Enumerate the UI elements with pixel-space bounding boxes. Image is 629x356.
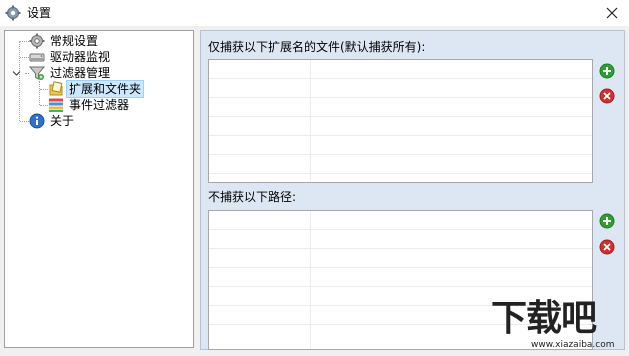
add-path-button[interactable] [599, 213, 615, 229]
event-list-icon [49, 98, 63, 112]
tree-item-label: 过滤器管理 [50, 66, 111, 80]
add-extension-button[interactable] [599, 63, 615, 79]
exclude-paths-label: 不捕获以下路径: [208, 190, 297, 204]
settings-tree[interactable]: 常规设置 驱动器监视 过滤器管理 扩展和文件夹 事件过滤器 关于 [4, 30, 194, 348]
collapse-chevron-icon[interactable] [12, 69, 21, 78]
title-bar: 设置 [0, 0, 629, 26]
drive-icon [29, 53, 45, 62]
close-button[interactable] [595, 0, 629, 26]
tree-item-label: 驱动器监视 [50, 50, 111, 64]
include-extensions-label: 仅捕获以下扩展名的文件(默认捕获所有): [208, 40, 426, 54]
include-extensions-list[interactable] [208, 59, 593, 183]
tree-item-general[interactable]: 常规设置 [29, 33, 100, 49]
tree-item-label: 常规设置 [50, 34, 99, 48]
info-icon [29, 113, 45, 129]
watermark-url: www.xiazaiba.com [531, 340, 615, 350]
tree-item-filter-manager[interactable]: 过滤器管理 [29, 65, 112, 81]
close-icon [606, 7, 618, 19]
tree-item-label: 扩展和文件夹 [65, 80, 145, 98]
gear-icon [29, 33, 45, 49]
settings-gear-icon [5, 5, 21, 21]
filter-icon [29, 66, 45, 80]
remove-extension-button[interactable] [599, 88, 615, 104]
folder-icon [49, 81, 63, 96]
watermark-text: 下载吧 [491, 298, 597, 339]
watermark-logo: 下载吧 www.xiazaiba.com [491, 298, 623, 354]
remove-path-button[interactable] [599, 239, 615, 255]
tree-item-label: 关于 [50, 114, 75, 128]
tree-item-extensions-folders[interactable]: 扩展和文件夹 [48, 80, 145, 98]
tree-item-about[interactable]: 关于 [29, 113, 76, 129]
tree-item-event-filter[interactable]: 事件过滤器 [48, 97, 131, 113]
tree-item-label: 事件过滤器 [69, 98, 130, 112]
tree-item-drive-monitor[interactable]: 驱动器监视 [29, 49, 112, 65]
window-title: 设置 [27, 6, 52, 20]
